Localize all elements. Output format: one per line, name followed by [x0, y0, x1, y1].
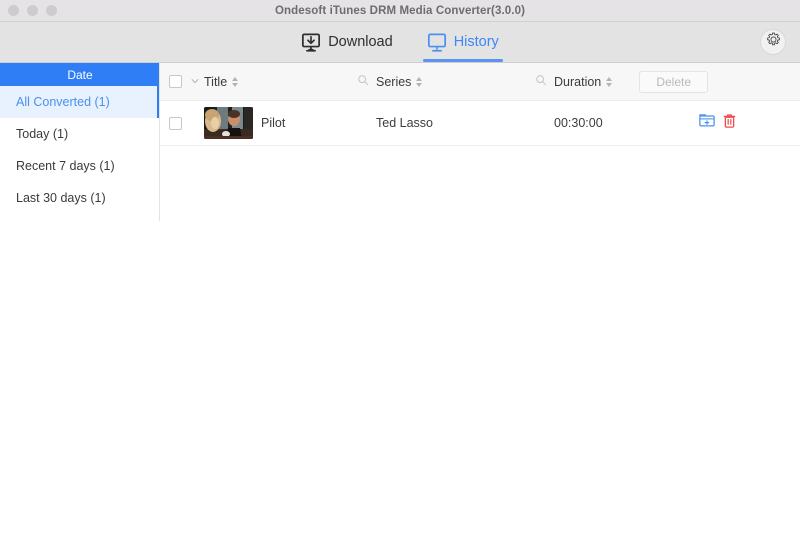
sidebar-item-all-converted[interactable]: All Converted (1)	[0, 86, 160, 118]
sidebar: Date All Converted (1) Today (1) Recent …	[0, 63, 160, 533]
sidebar-item-label: Today (1)	[16, 127, 69, 141]
search-icon	[357, 73, 369, 91]
sort-arrows-icon[interactable]	[606, 76, 613, 87]
sidebar-item-recent-7-days[interactable]: Recent 7 days (1)	[0, 150, 160, 182]
history-table: Title Series Duration Delete Pilot Ted L…	[160, 63, 800, 533]
minimize-button[interactable]	[27, 5, 38, 16]
row-title: Pilot	[261, 116, 286, 130]
traffic-lights	[8, 5, 57, 16]
tab-bar: Download History	[297, 22, 503, 62]
sort-arrows-icon[interactable]	[416, 76, 423, 87]
sidebar-item-last-30-days[interactable]: Last 30 days (1)	[0, 182, 160, 214]
tab-download-label: Download	[328, 34, 393, 50]
row-duration: 00:30:00	[554, 116, 603, 130]
show-in-folder-button[interactable]	[696, 112, 718, 134]
row-select-cell	[160, 116, 190, 130]
main-body: Date All Converted (1) Today (1) Recent …	[0, 63, 800, 533]
tab-history-label: History	[453, 34, 499, 50]
search-series-button[interactable]	[528, 73, 554, 91]
column-header-title[interactable]: Title	[204, 75, 350, 89]
download-monitor-icon	[301, 32, 321, 52]
sidebar-item-label: All Converted (1)	[16, 95, 110, 109]
thumbnail	[204, 107, 253, 139]
column-header-series[interactable]: Series	[376, 75, 528, 89]
search-title-button[interactable]	[350, 73, 376, 91]
tab-download[interactable]: Download	[297, 22, 397, 62]
row-series: Ted Lasso	[376, 116, 433, 130]
window-title: Ondesoft iTunes DRM Media Converter(3.0.…	[275, 4, 525, 17]
select-all-cell	[160, 75, 190, 88]
row-title-cell: Pilot	[204, 107, 350, 139]
sort-arrows-icon[interactable]	[232, 76, 239, 87]
title-bar: Ondesoft iTunes DRM Media Converter(3.0.…	[0, 0, 800, 22]
delete-icon	[722, 113, 737, 134]
settings-button[interactable]	[760, 29, 786, 55]
app-window: Ondesoft iTunes DRM Media Converter(3.0.…	[0, 0, 800, 533]
sidebar-item-label: Recent 7 days (1)	[16, 159, 115, 173]
chevron-down-icon	[190, 73, 200, 91]
table-row[interactable]: Pilot Ted Lasso 00:30:00	[160, 101, 800, 146]
gear-icon	[766, 32, 781, 52]
column-header-series-label: Series	[376, 74, 412, 89]
zoom-button[interactable]	[46, 5, 57, 16]
tab-history-underline	[422, 59, 503, 62]
sidebar-header-date[interactable]: Date	[0, 63, 160, 86]
delete-row-button[interactable]	[718, 112, 740, 134]
row-series-cell: Ted Lasso	[376, 116, 528, 130]
delete-button[interactable]: Delete	[639, 70, 708, 93]
column-header-duration-label: Duration	[554, 74, 602, 89]
column-header-title-label: Title	[204, 74, 228, 89]
close-button[interactable]	[8, 5, 19, 16]
search-icon	[535, 73, 547, 91]
tab-history[interactable]: History	[422, 22, 503, 62]
row-actions	[696, 112, 800, 134]
select-dropdown[interactable]	[190, 73, 204, 91]
select-all-checkbox[interactable]	[168, 75, 182, 88]
sidebar-item-label: Last 30 days (1)	[16, 191, 106, 205]
show-in-folder-icon	[699, 113, 715, 133]
row-checkbox[interactable]	[168, 116, 182, 130]
sidebar-item-today[interactable]: Today (1)	[0, 118, 160, 150]
toolbar: Download History	[0, 22, 800, 63]
monitor-icon	[427, 32, 447, 52]
row-duration-cell: 00:30:00	[554, 116, 696, 130]
table-header-row: Title Series Duration Delete	[160, 63, 800, 101]
